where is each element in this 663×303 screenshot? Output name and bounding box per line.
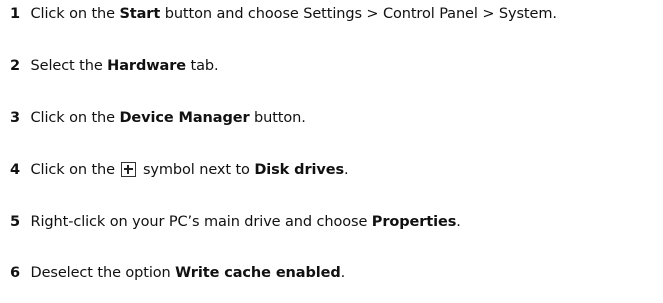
step-text: Click on the [30,6,120,22]
step-text: tab. [186,58,219,74]
step-number: 3 [10,110,20,126]
step-text: symbol next to [138,162,255,178]
step-4: 4 Click on the symbol next to Disk drive… [10,160,349,180]
step-3: 3 Click on the Device Manager button. [10,108,306,128]
step-5: 5 Right-click on your PC’s main drive an… [10,212,461,232]
plus-box-icon [121,162,137,177]
step-2: 2 Select the Hardware tab. [10,56,219,76]
step-1: 1 Click on the Start button and choose S… [10,4,557,24]
step-number: 5 [10,214,20,230]
step-text: Right-click on your PC’s main drive and … [30,214,372,230]
instruction-steps: 1 Click on the Start button and choose S… [0,0,663,303]
step-text: . [456,214,461,230]
step-emphasis: Properties [371,214,457,230]
step-emphasis: Write cache enabled [175,265,341,281]
step-emphasis: Start [119,6,161,22]
step-number: 4 [10,162,20,178]
step-text: Deselect the option [30,265,176,281]
step-text: button and choose Settings > Control Pan… [160,6,557,22]
step-emphasis: Hardware [107,58,186,74]
step-number: 2 [10,58,20,74]
step-text: button. [249,110,306,126]
step-text: Click on the [30,162,120,178]
step-text: . [344,162,349,178]
step-6: 6 Deselect the option Write cache enable… [10,263,345,283]
step-text: . [340,265,346,281]
step-number: 1 [10,6,20,22]
step-emphasis: Device Manager [119,110,250,126]
step-emphasis: Disk drives [254,162,344,178]
step-text: Click on the [30,110,120,126]
step-text: Select the [30,58,108,74]
step-number: 6 [10,265,20,281]
